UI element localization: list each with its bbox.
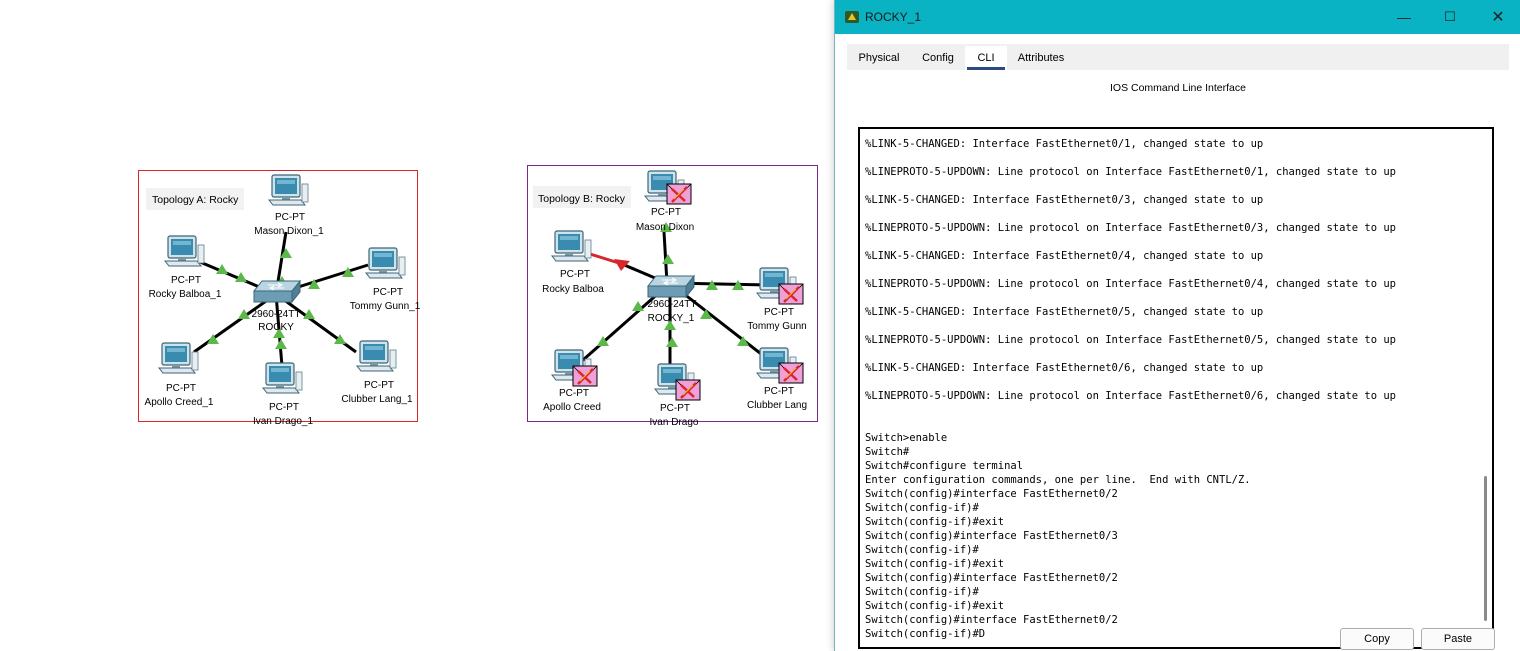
- failed-pdu-icon[interactable]: [571, 364, 599, 388]
- workspace-canvas[interactable]: Topology A: Rocky 2960-24TT ROCKY PC-PT …: [0, 0, 835, 651]
- cli-line: Switch(config-if)#exit: [865, 516, 1005, 528]
- pc-name-label: Ivan Drago_1: [253, 416, 313, 427]
- cli-line: Switch>enable: [865, 432, 948, 444]
- failed-pdu-icon[interactable]: [674, 378, 702, 402]
- close-button[interactable]: ✕: [1475, 0, 1520, 34]
- switch-name-label: ROCKY: [258, 322, 294, 333]
- pc-name-label: Clubber Lang: [747, 400, 807, 411]
- window-titlebar[interactable]: ROCKY_1 — ☐ ✕: [835, 0, 1520, 34]
- pc-apollo-creed-1[interactable]: PC-PT Apollo Creed_1: [145, 342, 214, 408]
- topology-a-title: Topology A: Rocky: [152, 194, 239, 206]
- paste-button[interactable]: Paste: [1421, 628, 1495, 650]
- cli-line: Switch(config-if)#exit: [865, 600, 1005, 612]
- tab-config[interactable]: Config: [913, 46, 963, 70]
- cli-line: %LINK-5-CHANGED: Interface FastEthernet0…: [865, 362, 1264, 374]
- pc-type-label: PC-PT: [269, 402, 299, 413]
- cli-line: Switch(config)#interface FastEthernet0/2: [865, 488, 1118, 500]
- pc-type-label: PC-PT: [364, 380, 394, 391]
- cli-line: Switch(config-if)#: [865, 544, 979, 556]
- switch-model-label: 2960-24TT: [252, 309, 301, 320]
- maximize-icon: ☐: [1444, 9, 1456, 24]
- cli-line: Switch#: [865, 446, 910, 458]
- tab-container: Physical Config CLI Attributes IOS Comma…: [847, 44, 1509, 651]
- cli-line: %LINK-5-CHANGED: Interface FastEthernet0…: [865, 194, 1264, 206]
- topology-a[interactable]: Topology A: Rocky 2960-24TT ROCKY PC-PT …: [138, 170, 421, 428]
- pc-tommy-gunn-1[interactable]: PC-PT Tommy Gunn_1: [350, 247, 421, 312]
- pc-type-label: PC-PT: [559, 388, 589, 399]
- pc-name-label: Clubber Lang_1: [341, 394, 413, 405]
- pc-name-label: Rocky Balboa_1: [149, 289, 222, 300]
- cli-line: %LINEPROTO-5-UPDOWN: Line protocol on In…: [865, 334, 1397, 346]
- pc-rocky-balboa[interactable]: PC-PT Rocky Balboa: [542, 230, 604, 295]
- pc-mason-dixon-1[interactable]: PC-PT Mason Dixon_1: [254, 174, 324, 237]
- minimize-button[interactable]: —: [1381, 0, 1427, 34]
- cli-line: Switch(config-if)#: [865, 586, 979, 598]
- cli-line: Switch(config-if)#D: [865, 628, 986, 640]
- failed-pdu-icon[interactable]: [665, 182, 693, 206]
- failed-pdu-icon[interactable]: [777, 361, 805, 385]
- tab-physical[interactable]: Physical: [847, 46, 911, 70]
- cli-scrollbar[interactable]: [1484, 476, 1487, 621]
- pc-name-label: Mason Dixon: [636, 222, 694, 233]
- pc-name-label: Apollo Creed_1: [145, 397, 214, 408]
- device-window[interactable]: ROCKY_1 — ☐ ✕ Physical Config CLI Attrib…: [834, 0, 1520, 651]
- pc-name-label: Tommy Gunn_1: [350, 301, 421, 312]
- pc-tommy-gunn[interactable]: PC-PT Tommy Gunn: [747, 267, 807, 332]
- close-icon: ✕: [1491, 9, 1505, 26]
- pc-name-label: Tommy Gunn: [747, 321, 806, 332]
- cli-line: %LINK-5-CHANGED: Interface FastEthernet0…: [865, 250, 1264, 262]
- cli-line: %LINK-5-CHANGED: Interface FastEthernet0…: [865, 306, 1264, 318]
- cli-line: %LINEPROTO-5-UPDOWN: Line protocol on In…: [865, 166, 1397, 178]
- pc-ivan-drago[interactable]: PC-PT Ivan Drago: [650, 363, 702, 428]
- tab-attributes[interactable]: Attributes: [1009, 46, 1073, 70]
- minimize-icon: —: [1397, 9, 1411, 25]
- cli-line: Switch(config-if)#: [865, 502, 979, 514]
- maximize-button[interactable]: ☐: [1427, 0, 1473, 34]
- failed-pdu-icon[interactable]: [777, 282, 805, 306]
- cli-line: %LINEPROTO-5-UPDOWN: Line protocol on In…: [865, 390, 1397, 402]
- pc-type-label: PC-PT: [660, 403, 690, 414]
- pc-type-label: PC-PT: [166, 383, 196, 394]
- pc-type-label: PC-PT: [764, 307, 794, 318]
- cli-line: Switch(config)#interface FastEthernet0/2: [865, 614, 1118, 626]
- pc-type-label: PC-PT: [171, 275, 201, 286]
- pc-name-label: Mason Dixon_1: [254, 226, 324, 237]
- pc-name-label: Apollo Creed: [543, 402, 601, 413]
- pc-type-label: PC-PT: [651, 207, 681, 218]
- pc-name-label: Ivan Drago: [650, 417, 699, 428]
- switch-model-label: 2960-24TT: [648, 299, 697, 310]
- cli-line: Enter configuration commands, one per li…: [865, 474, 1251, 486]
- topology-b-title: Topology B: Rocky: [538, 193, 626, 205]
- tab-cli[interactable]: CLI: [965, 46, 1007, 70]
- cli-line: Switch(config)#interface FastEthernet0/3: [865, 530, 1118, 542]
- cli-line: %LINK-5-CHANGED: Interface FastEthernet0…: [865, 138, 1264, 150]
- pc-ivan-drago-1[interactable]: PC-PT Ivan Drago_1: [253, 362, 313, 427]
- pc-name-label: Rocky Balboa: [542, 284, 604, 295]
- topology-b-switch[interactable]: 2960-24TT ROCKY_1: [647, 275, 697, 324]
- pc-clubber-lang[interactable]: PC-PT Clubber Lang: [747, 347, 807, 411]
- pc-mason-dixon[interactable]: PC-PT Mason Dixon: [636, 170, 694, 233]
- pc-type-label: PC-PT: [275, 212, 305, 223]
- cli-line: Switch#configure terminal: [865, 460, 1024, 472]
- cli-panel: IOS Command Line Interface %LINK-5-CHANG…: [847, 70, 1509, 651]
- pc-type-label: PC-PT: [373, 287, 403, 298]
- packet-tracer-icon: [845, 11, 859, 23]
- cli-line: Switch(config)#interface FastEthernet0/2: [865, 572, 1118, 584]
- switch-name-label: ROCKY_1: [648, 313, 695, 324]
- cli-output[interactable]: %LINK-5-CHANGED: Interface FastEthernet0…: [865, 137, 1465, 641]
- copy-button[interactable]: Copy: [1340, 628, 1414, 650]
- cli-line: Switch(config-if)#exit: [865, 558, 1005, 570]
- cli-heading: IOS Command Line Interface: [1110, 82, 1246, 94]
- pc-apollo-creed[interactable]: PC-PT Apollo Creed: [543, 349, 601, 413]
- pc-type-label: PC-PT: [764, 386, 794, 397]
- pc-type-label: PC-PT: [560, 269, 590, 280]
- window-title: ROCKY_1: [865, 10, 922, 24]
- cli-terminal[interactable]: %LINK-5-CHANGED: Interface FastEthernet0…: [858, 127, 1494, 649]
- cli-line: %LINEPROTO-5-UPDOWN: Line protocol on In…: [865, 222, 1397, 234]
- topology-b[interactable]: Topology B: Rocky 2960-24TT ROCKY_1 PC-P…: [527, 165, 818, 429]
- cli-line: %LINEPROTO-5-UPDOWN: Line protocol on In…: [865, 278, 1397, 290]
